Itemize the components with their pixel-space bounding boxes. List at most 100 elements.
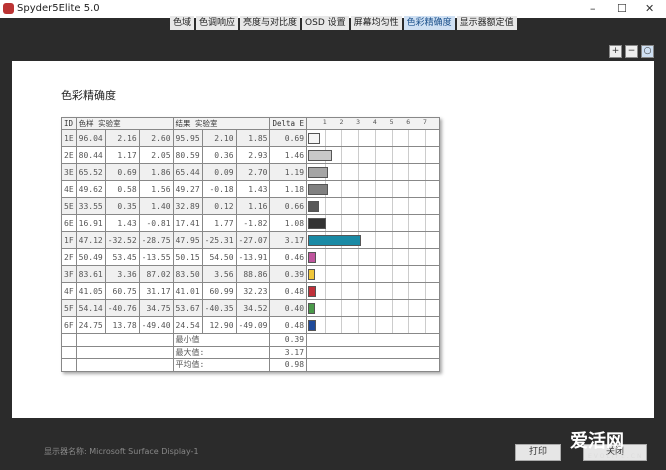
tab-0[interactable]: 色域 xyxy=(170,16,195,30)
tab-3[interactable]: OSD 设置 xyxy=(302,16,349,30)
table-row: 2F 50.49 53.45 -13.55 50.15 54.50 -13.91 0.46 xyxy=(61,248,441,266)
result-value: 49.27 xyxy=(172,180,203,198)
empty-cell xyxy=(75,333,174,347)
gridline xyxy=(358,130,360,146)
delta-e-bar-cell xyxy=(306,265,441,283)
sample-value: 47.12 xyxy=(75,231,106,249)
empty-cell xyxy=(61,333,77,347)
header-sample: 色样 实验室 xyxy=(75,117,174,130)
axis-tick: 3 xyxy=(356,118,361,126)
zoom-out-icon[interactable]: − xyxy=(625,45,638,58)
gridline xyxy=(374,232,376,248)
sample-value: 1.40 xyxy=(138,197,174,215)
sample-value: 49.62 xyxy=(75,180,106,198)
gridline xyxy=(374,300,376,316)
delta-e-value: 0.46 xyxy=(269,248,308,266)
print-button[interactable]: 打印 xyxy=(515,444,561,461)
table-row: 3F 83.61 3.36 87.02 83.50 3.56 88.86 0.39 xyxy=(61,265,441,283)
patch-id: 3F xyxy=(61,265,77,283)
delta-e-bar-cell xyxy=(306,146,441,164)
axis-tick: 2 xyxy=(339,118,344,126)
empty-chart-cell xyxy=(306,358,441,372)
delta-e-value: 1.19 xyxy=(269,163,308,181)
delta-e-value: 0.69 xyxy=(269,129,308,147)
gridline xyxy=(424,198,426,214)
result-value: 1.43 xyxy=(235,180,271,198)
table-row: 3E 65.52 0.69 1.86 65.44 0.09 2.70 1.19 xyxy=(61,163,441,181)
gridline xyxy=(374,317,376,333)
summary-row: 最大值: 3.17 xyxy=(61,345,441,359)
tab-5[interactable]: 色彩精确度 xyxy=(403,16,455,30)
gridline xyxy=(408,249,410,265)
gridline xyxy=(408,232,410,248)
tab-1[interactable]: 色调响应 xyxy=(196,16,239,30)
result-value: -27.07 xyxy=(235,231,271,249)
empty-cell xyxy=(75,345,174,359)
gridline xyxy=(391,266,393,282)
tab-4[interactable]: 屏幕均匀性 xyxy=(350,16,402,30)
result-value: -49.09 xyxy=(235,316,271,334)
patch-id: 1E xyxy=(61,129,77,147)
table-row: 5E 33.55 0.35 1.40 32.89 0.12 1.16 0.66 xyxy=(61,197,441,215)
result-value: -0.18 xyxy=(201,180,237,198)
maximize-button[interactable]: ☐ xyxy=(617,2,627,15)
result-value: -1.82 xyxy=(235,214,271,232)
summary-value: 0.98 xyxy=(269,358,308,372)
app-title: Spyder5Elite 5.0 xyxy=(17,3,100,14)
header-delta: Delta E xyxy=(269,117,308,130)
sample-value: 33.55 xyxy=(75,197,106,215)
delta-e-value: 1.08 xyxy=(269,214,308,232)
sample-value: -13.55 xyxy=(138,248,174,266)
result-value: -13.91 xyxy=(235,248,271,266)
sample-value: 2.05 xyxy=(138,146,174,164)
minimize-button[interactable]: – xyxy=(590,2,596,15)
delta-e-value: 1.18 xyxy=(269,180,308,198)
close-window-button[interactable]: ✕ xyxy=(645,2,654,15)
delta-e-bar xyxy=(308,167,328,178)
zoom-fit-icon[interactable]: ○ xyxy=(641,45,654,58)
display-name: 显示器名称: Microsoft Surface Display-1 xyxy=(44,447,199,456)
sample-value: 2.16 xyxy=(104,129,140,147)
sample-value: 2.60 xyxy=(138,129,174,147)
gridline xyxy=(424,130,426,146)
gridline xyxy=(374,164,376,180)
gridline xyxy=(408,300,410,316)
gridline xyxy=(424,147,426,163)
result-value: 32.23 xyxy=(235,282,271,300)
delta-e-bar xyxy=(308,235,361,246)
tab-2[interactable]: 亮度与对比度 xyxy=(240,16,301,30)
sample-value: 96.04 xyxy=(75,129,106,147)
result-value: 50.15 xyxy=(172,248,203,266)
gridline xyxy=(408,130,410,146)
table-row: 1F 47.12 -32.52 -28.75 47.95 -25.31 -27.07 3.17 xyxy=(61,231,441,249)
delta-e-bar xyxy=(308,201,320,212)
patch-id: 2F xyxy=(61,248,77,266)
table-row: 6E 16.91 1.43 -0.81 17.41 1.77 -1.82 1.08 xyxy=(61,214,441,232)
delta-e-bar xyxy=(308,320,317,331)
gridline xyxy=(374,215,376,231)
gridline xyxy=(391,164,393,180)
patch-id: 2E xyxy=(61,146,77,164)
gridline xyxy=(391,283,393,299)
result-value: 80.59 xyxy=(172,146,203,164)
delta-e-bar xyxy=(308,269,315,280)
gridline xyxy=(424,164,426,180)
sample-value: 24.75 xyxy=(75,316,106,334)
gridline xyxy=(341,198,343,214)
tab-6[interactable]: 显示器额定值 xyxy=(456,16,517,30)
delta-e-bar-cell xyxy=(306,180,441,198)
table-row: 4F 41.05 60.75 31.17 41.01 60.99 32.23 0.48 xyxy=(61,282,441,300)
delta-e-value: 0.39 xyxy=(269,265,308,283)
sample-value: 0.58 xyxy=(104,180,140,198)
delta-e-value: 1.46 xyxy=(269,146,308,164)
gridline xyxy=(324,266,326,282)
gridline xyxy=(324,300,326,316)
zoom-in-icon[interactable]: + xyxy=(609,45,622,58)
report-title: 色彩精确度 xyxy=(61,89,116,102)
result-value: 12.90 xyxy=(201,316,237,334)
gridline xyxy=(424,266,426,282)
axis-tick: 1 xyxy=(322,118,327,126)
axis-tick: 7 xyxy=(422,118,427,126)
patch-id: 6F xyxy=(61,316,77,334)
gridline xyxy=(408,317,410,333)
